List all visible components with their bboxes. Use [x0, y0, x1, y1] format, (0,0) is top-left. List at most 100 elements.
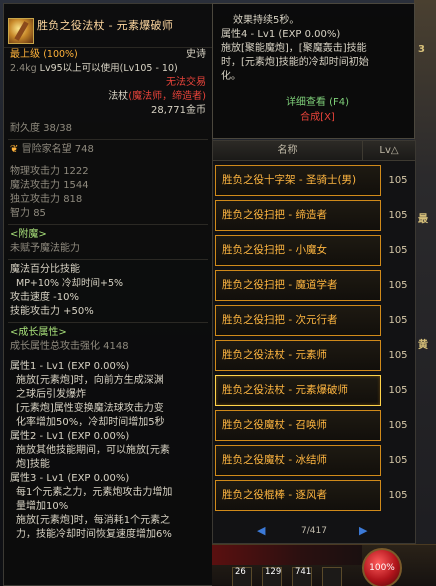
stat-value: 818	[63, 194, 83, 205]
item-classes: (魔法师，缔造者)	[128, 91, 206, 102]
attr1-line: 之球后引发爆炸	[16, 389, 86, 400]
stat-label: 智力	[10, 208, 30, 219]
attr1-line: 施放[元素炮]时，向前方生成深渊	[16, 375, 164, 386]
attr1-line: 化率增加50%，冷却时间增加5秒	[16, 417, 165, 428]
attr3-line: 量增加10%	[16, 501, 69, 512]
stat-value: 1222	[63, 166, 89, 177]
recipe-level: 105	[388, 350, 408, 361]
recipe-list-panel: 名称 Lv△ 胜负之役十字架 - 圣骑士(男) 105 胜负之役扫把 - 缔造者…	[212, 140, 416, 544]
list-item[interactable]: 胜负之役扫把 - 缔造者 105	[215, 200, 413, 231]
side-glyph: 最	[418, 214, 428, 225]
enchant-text: 未赋予魔法能力	[10, 243, 80, 254]
stat-line: 智力 85	[4, 207, 212, 221]
list-item[interactable]: 胜负之役十字架 - 圣骑士(男) 105	[215, 165, 413, 196]
slot-count: 129	[265, 567, 282, 577]
stat-line: 物理攻击力 1222	[4, 165, 212, 179]
attr1-line: [元素炮]属性变换魔法球攻击力变	[16, 403, 164, 414]
price-line: 28,771金币	[4, 104, 212, 118]
recipe-level: 105	[388, 245, 408, 256]
type-line: 法杖(魔法师，缔造者)	[4, 90, 212, 104]
list-item[interactable]: 胜负之役棍棒 - 逐风者 105	[215, 480, 413, 511]
growth-title: <成长属性>	[10, 327, 67, 338]
attr3-line: 力，技能冷却时间恢复速度增加6%	[16, 529, 172, 540]
bottom-hud: 26 129 741 100%	[212, 544, 436, 586]
slot-count: 26	[235, 567, 246, 577]
item-tooltip: 胜负之役法杖 - 元素爆破师 最上级 (100%) 史诗 2.4kg Lv95以…	[3, 3, 213, 586]
recipe-name: 胜负之役法杖 - 元素爆破师	[215, 375, 381, 406]
list-item[interactable]: 胜负之役扫把 - 小魔女 105	[215, 235, 413, 266]
divider	[8, 139, 208, 140]
item-type: 法杖	[108, 91, 129, 102]
side-glyph: 黄	[418, 340, 428, 351]
item-name: 胜负之役法杖 - 元素爆破师	[37, 19, 174, 32]
grade: 史诗	[186, 49, 206, 60]
stat-label: 独立攻击力	[10, 194, 60, 205]
column-header-name[interactable]: 名称	[213, 141, 363, 161]
attr4-line: 施放[聚能魔炮]，[聚魔轰击]技能	[221, 43, 367, 54]
trade-line: 无法交易	[4, 76, 212, 90]
attr4-line: 时，[元素炮]技能的冷却时间初始	[221, 57, 369, 68]
tooltip-header: 胜负之役法杖 - 元素爆破师	[4, 4, 212, 48]
weight-level-line: 2.4kg Lv95以上可以使用(Lv105 - 10)	[4, 62, 212, 76]
magic-title: 魔法百分比技能	[10, 264, 80, 275]
rarity-line: 最上级 (100%) 史诗	[4, 48, 212, 62]
recipe-level: 105	[388, 420, 408, 431]
list-item[interactable]: 胜负之役法杖 - 元素师 105	[215, 340, 413, 371]
stat-value: 1544	[63, 180, 89, 191]
stat-value: 85	[33, 208, 46, 219]
fame-icon: ❦	[10, 144, 19, 155]
attr2-line: 施放其他技能期间，可以施放[元素	[16, 445, 170, 456]
attr1-title: 属性1 - Lv1 (EXP 0.00%)	[10, 361, 130, 372]
attr3-line: 每1个元素之力，元素炮攻击力增加	[16, 487, 173, 498]
stat-label: 魔法攻击力	[10, 180, 60, 191]
list-item[interactable]: 胜负之役扫把 - 次元行者 105	[215, 305, 413, 336]
quick-slot[interactable]: 741	[292, 567, 312, 586]
pager: ◀ 7/417 ▶	[213, 521, 415, 541]
divider	[8, 259, 208, 260]
next-page-icon[interactable]: ▶	[359, 521, 367, 541]
rarity-percent: (100%)	[43, 49, 78, 60]
attr3-line: 施放[元素炮]时，每消耗1个元素之	[16, 515, 171, 526]
quick-slot[interactable]	[322, 567, 342, 586]
right-edge-scene: 3 最 黄	[414, 0, 436, 586]
synthesize-link[interactable]: 合成[X]	[213, 111, 414, 125]
skill-attack: 技能攻击力 +50%	[10, 306, 94, 317]
recipe-level: 105	[388, 175, 408, 186]
trade-status: 无法交易	[166, 77, 206, 88]
price: 28,771金币	[151, 105, 206, 116]
recipe-level: 105	[388, 490, 408, 501]
detail-view-link[interactable]: 详细查看 (F4)	[213, 96, 414, 110]
list-item[interactable]: 胜负之役魔杖 - 冰结师 105	[215, 445, 413, 476]
recipe-name: 胜负之役扫把 - 次元行者	[215, 305, 381, 336]
prev-page-icon[interactable]: ◀	[257, 521, 265, 541]
stat-label: 物理攻击力	[10, 166, 60, 177]
growth-total: 成长属性总攻击强化 4148	[10, 341, 129, 352]
recipe-name: 胜负之役法杖 - 元素师	[215, 340, 381, 371]
list-item-selected[interactable]: 胜负之役法杖 - 元素爆破师 105	[215, 375, 413, 406]
page-indicator: 7/417	[301, 526, 327, 536]
list-item[interactable]: 胜负之役魔杖 - 召唤师 105	[215, 410, 413, 441]
recipe-name: 胜负之役扫把 - 缔造者	[215, 200, 381, 231]
list-item[interactable]: 胜负之役扫把 - 魔道学者 105	[215, 270, 413, 301]
attr2-line: 炮]技能	[16, 459, 50, 470]
hp-value: 100%	[369, 563, 395, 573]
recipe-level: 105	[388, 315, 408, 326]
quick-slot[interactable]: 129	[262, 567, 282, 586]
divider	[8, 224, 208, 225]
recipe-name: 胜负之役扫把 - 小魔女	[215, 235, 381, 266]
attr4-title: 属性4 - Lv1 (EXP 0.00%)	[221, 29, 341, 40]
effect-tooltip: 效果持续5秒。 属性4 - Lv1 (EXP 0.00%) 施放[聚能魔炮]，[…	[212, 3, 415, 139]
side-glyph: 3	[418, 44, 425, 55]
recipe-name: 胜负之役棍棒 - 逐风者	[215, 480, 381, 511]
slot-count: 741	[295, 567, 312, 577]
stat-line: 魔法攻击力 1544	[4, 179, 212, 193]
quick-slot[interactable]: 26	[232, 567, 252, 586]
recipe-level: 105	[388, 385, 408, 396]
attr2-title: 属性2 - Lv1 (EXP 0.00%)	[10, 431, 130, 442]
fame-line: ❦ 冒险家名望 748	[4, 143, 212, 157]
staff-item-icon	[8, 18, 34, 44]
magic-line: MP+10% 冷却时间+5%	[16, 278, 124, 289]
attr3-title: 属性3 - Lv1 (EXP 0.00%)	[10, 473, 130, 484]
hud-decoration	[212, 545, 362, 565]
column-header-level[interactable]: Lv△	[363, 141, 415, 161]
